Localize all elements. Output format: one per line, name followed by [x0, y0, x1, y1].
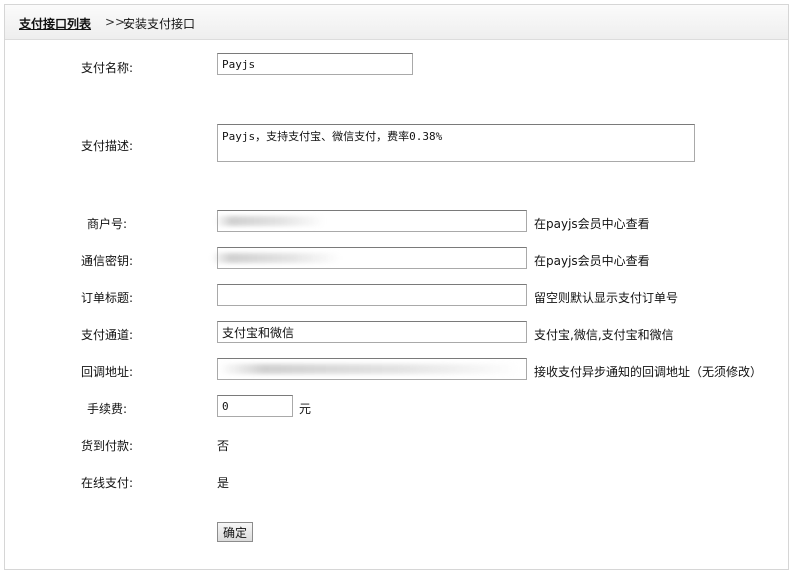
- merchant-id-redaction: [215, 216, 325, 226]
- order-title-input[interactable]: [217, 284, 527, 306]
- callback-url-hint: 接收支付异步通知的回调地址（无须修改）: [534, 365, 763, 379]
- fee-unit: 元: [299, 402, 312, 416]
- submit-button[interactable]: 确定: [217, 522, 253, 542]
- fee-input[interactable]: [217, 395, 293, 417]
- order-title-hint: 留空则默认显示支付订单号: [534, 291, 679, 305]
- secret-key-hint: 在payjs会员中心查看: [534, 254, 650, 268]
- secret-key-redaction: [211, 253, 341, 263]
- online-value: 是: [217, 476, 230, 490]
- secret-key-label: 通信密钥:: [81, 254, 134, 268]
- online-label: 在线支付:: [81, 476, 134, 490]
- channel-input[interactable]: [217, 321, 527, 343]
- cod-label: 货到付款:: [81, 439, 134, 453]
- pay-name-input[interactable]: [217, 53, 413, 75]
- pay-desc-textarea[interactable]: Payjs，支持支付宝、微信支付，费率0.38%: [217, 124, 695, 162]
- install-payment-panel: 支付接口列表 >> 安装支付接口 支付名称: 支付描述: Payjs，支持支付宝…: [4, 4, 789, 570]
- merchant-id-label: 商户号:: [87, 217, 128, 231]
- channel-hint: 支付宝,微信,支付宝和微信: [534, 328, 674, 342]
- payment-list-link[interactable]: 支付接口列表: [19, 15, 91, 32]
- fee-label: 手续费:: [87, 402, 128, 416]
- callback-url-label: 回调地址:: [81, 365, 134, 379]
- callback-url-redaction: [219, 364, 519, 374]
- channel-label: 支付通道:: [81, 328, 134, 342]
- breadcrumb-current: 安装支付接口: [123, 17, 196, 31]
- merchant-id-hint: 在payjs会员中心查看: [534, 217, 650, 231]
- order-title-label: 订单标题:: [81, 291, 134, 305]
- cod-value: 否: [217, 439, 230, 453]
- pay-desc-label: 支付描述:: [81, 139, 134, 153]
- pay-name-label: 支付名称:: [81, 61, 134, 75]
- breadcrumb: 支付接口列表 >> 安装支付接口: [5, 5, 788, 40]
